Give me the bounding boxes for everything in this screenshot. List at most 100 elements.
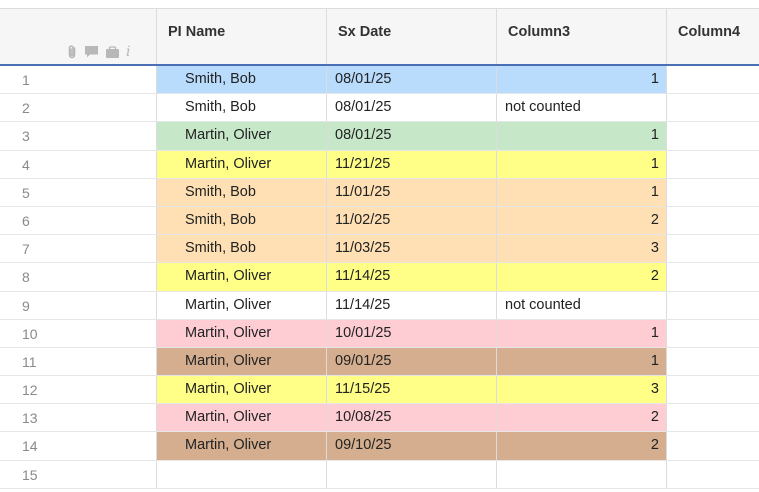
cell-column4[interactable] xyxy=(666,235,759,263)
cell-pi-name[interactable]: Smith, Bob xyxy=(156,66,326,94)
row-number[interactable]: 10 xyxy=(0,320,60,347)
cell-column4[interactable] xyxy=(666,122,759,150)
row-number[interactable]: 4 xyxy=(0,151,60,178)
cell-column3[interactable]: 1 xyxy=(496,122,666,150)
cell-column3[interactable]: 1 xyxy=(496,178,666,206)
cell-pi-name[interactable]: Martin, Oliver xyxy=(156,432,326,460)
cell-column3[interactable]: not counted xyxy=(496,94,666,122)
cell-sx-date[interactable]: 11/02/25 xyxy=(326,206,496,235)
table-row: 7 Smith, Bob 11/03/25 3 xyxy=(0,235,759,264)
row-number[interactable]: 6 xyxy=(0,207,60,234)
cell-column4[interactable] xyxy=(666,206,759,235)
cell-pi-name[interactable]: Martin, Oliver xyxy=(156,319,326,347)
cell-column4[interactable] xyxy=(666,432,759,460)
cell-column4[interactable] xyxy=(666,291,759,319)
table-row: 2 Smith, Bob 08/01/25 not counted xyxy=(0,94,759,123)
cell-column4[interactable] xyxy=(666,319,759,347)
cell-pi-name[interactable]: Smith, Bob xyxy=(156,235,326,263)
row-number[interactable]: 7 xyxy=(0,235,60,262)
row-number[interactable]: 9 xyxy=(0,292,60,319)
cell-sx-date[interactable]: 10/08/25 xyxy=(326,404,496,432)
table-row: 5 Smith, Bob 11/01/25 1 xyxy=(0,178,759,207)
cell-pi-name[interactable]: Martin, Oliver xyxy=(156,376,326,404)
cell-sx-date[interactable]: 08/01/25 xyxy=(326,94,496,122)
cell-column3[interactable]: 1 xyxy=(496,150,666,178)
cell-pi-name[interactable]: Martin, Oliver xyxy=(156,291,326,319)
table-row: 10 Martin, Oliver 10/01/25 1 xyxy=(0,319,759,348)
row-number[interactable]: 14 xyxy=(0,432,60,459)
cell-sx-date[interactable]: 08/01/25 xyxy=(326,122,496,150)
cell-pi-name[interactable]: Martin, Oliver xyxy=(156,404,326,432)
cell-sx-date[interactable]: 11/14/25 xyxy=(326,263,496,291)
cell-sx-date[interactable]: 11/01/25 xyxy=(326,178,496,206)
cell-column4[interactable] xyxy=(666,347,759,376)
cell-pi-name[interactable]: Martin, Oliver xyxy=(156,122,326,150)
cell-column3[interactable]: 1 xyxy=(496,319,666,347)
cell-sx-date[interactable]: 11/03/25 xyxy=(326,235,496,263)
cell-column4[interactable] xyxy=(666,94,759,122)
cell-sx-date[interactable]: 11/14/25 xyxy=(326,291,496,319)
table-row: 8 Martin, Oliver 11/14/25 2 xyxy=(0,263,759,292)
cell-column3[interactable]: 2 xyxy=(496,263,666,291)
cell-sx-date[interactable]: 11/15/25 xyxy=(326,376,496,404)
table-row: 9 Martin, Oliver 11/14/25 not counted xyxy=(0,291,759,320)
grid-body: 1 Smith, Bob 08/01/25 1 2 Smith, Bob 08/01/25 n… xyxy=(0,66,759,489)
cell-column3[interactable]: 2 xyxy=(496,206,666,235)
row-number[interactable]: 2 xyxy=(0,94,60,121)
row-number[interactable]: 11 xyxy=(0,348,60,375)
cell-pi-name[interactable]: Martin, Oliver xyxy=(156,347,326,376)
column-header-sx-date[interactable]: Sx Date xyxy=(326,9,496,64)
cell-column4[interactable] xyxy=(666,178,759,206)
cell-column3[interactable]: 2 xyxy=(496,432,666,460)
row-number[interactable]: 13 xyxy=(0,404,60,431)
cell-sx-date[interactable]: 10/01/25 xyxy=(326,319,496,347)
cell-pi-name[interactable]: Martin, Oliver xyxy=(156,150,326,178)
column-header-column4[interactable]: Column4 xyxy=(666,9,759,64)
cell-pi-name[interactable] xyxy=(156,460,326,488)
table-row: 15 xyxy=(0,460,759,489)
cell-sx-date[interactable]: 08/01/25 xyxy=(326,66,496,94)
cell-column4[interactable] xyxy=(666,376,759,404)
table-row: 13 Martin, Oliver 10/08/25 2 xyxy=(0,404,759,433)
table-row: 6 Smith, Bob 11/02/25 2 xyxy=(0,206,759,236)
cell-pi-name[interactable]: Smith, Bob xyxy=(156,206,326,235)
cell-column4[interactable] xyxy=(666,404,759,432)
cell-sx-date[interactable] xyxy=(326,460,496,488)
table-row: 3 Martin, Oliver 08/01/25 1 xyxy=(0,122,759,151)
cell-column3[interactable]: 3 xyxy=(496,235,666,263)
cell-column3[interactable] xyxy=(496,460,666,488)
info-icon[interactable]: i xyxy=(126,44,130,60)
row-number[interactable]: 3 xyxy=(0,122,60,149)
row-number[interactable]: 12 xyxy=(0,376,60,403)
cell-sx-date[interactable]: 11/21/25 xyxy=(326,150,496,178)
column-header-column3[interactable]: Column3 xyxy=(496,9,666,64)
table-row: 11 Martin, Oliver 09/01/25 1 xyxy=(0,347,759,377)
cell-column4[interactable] xyxy=(666,263,759,291)
comment-icon[interactable] xyxy=(84,45,99,59)
table-row: 14 Martin, Oliver 09/10/25 2 xyxy=(0,432,759,461)
cell-sx-date[interactable]: 09/10/25 xyxy=(326,432,496,460)
row-number[interactable]: 8 xyxy=(0,263,60,290)
cell-sx-date[interactable]: 09/01/25 xyxy=(326,347,496,376)
cell-column3[interactable]: 2 xyxy=(496,404,666,432)
table-row: 12 Martin, Oliver 11/15/25 3 xyxy=(0,376,759,405)
cell-column3[interactable]: 1 xyxy=(496,66,666,94)
row-header-icons: i xyxy=(66,44,130,60)
cell-column3[interactable]: 1 xyxy=(496,347,666,376)
cell-pi-name[interactable]: Martin, Oliver xyxy=(156,263,326,291)
cell-column4[interactable] xyxy=(666,66,759,94)
card-icon[interactable] xyxy=(105,45,120,59)
row-number[interactable]: 15 xyxy=(0,461,60,488)
cell-pi-name[interactable]: Smith, Bob xyxy=(156,178,326,206)
cell-column3[interactable]: 3 xyxy=(496,376,666,404)
column-header-pi-name[interactable]: PI Name xyxy=(156,9,326,64)
paperclip-icon[interactable] xyxy=(66,44,78,60)
row-number[interactable]: 5 xyxy=(0,179,60,206)
column-header-row: i PI Name Sx Date Column3 Column4 xyxy=(0,9,759,66)
cell-column4[interactable] xyxy=(666,150,759,178)
spreadsheet: i PI Name Sx Date Column3 Column4 1 Smith… xyxy=(0,0,759,492)
cell-pi-name[interactable]: Smith, Bob xyxy=(156,94,326,122)
cell-column3[interactable]: not counted xyxy=(496,291,666,319)
row-number[interactable]: 1 xyxy=(0,66,60,93)
cell-column4[interactable] xyxy=(666,460,759,488)
